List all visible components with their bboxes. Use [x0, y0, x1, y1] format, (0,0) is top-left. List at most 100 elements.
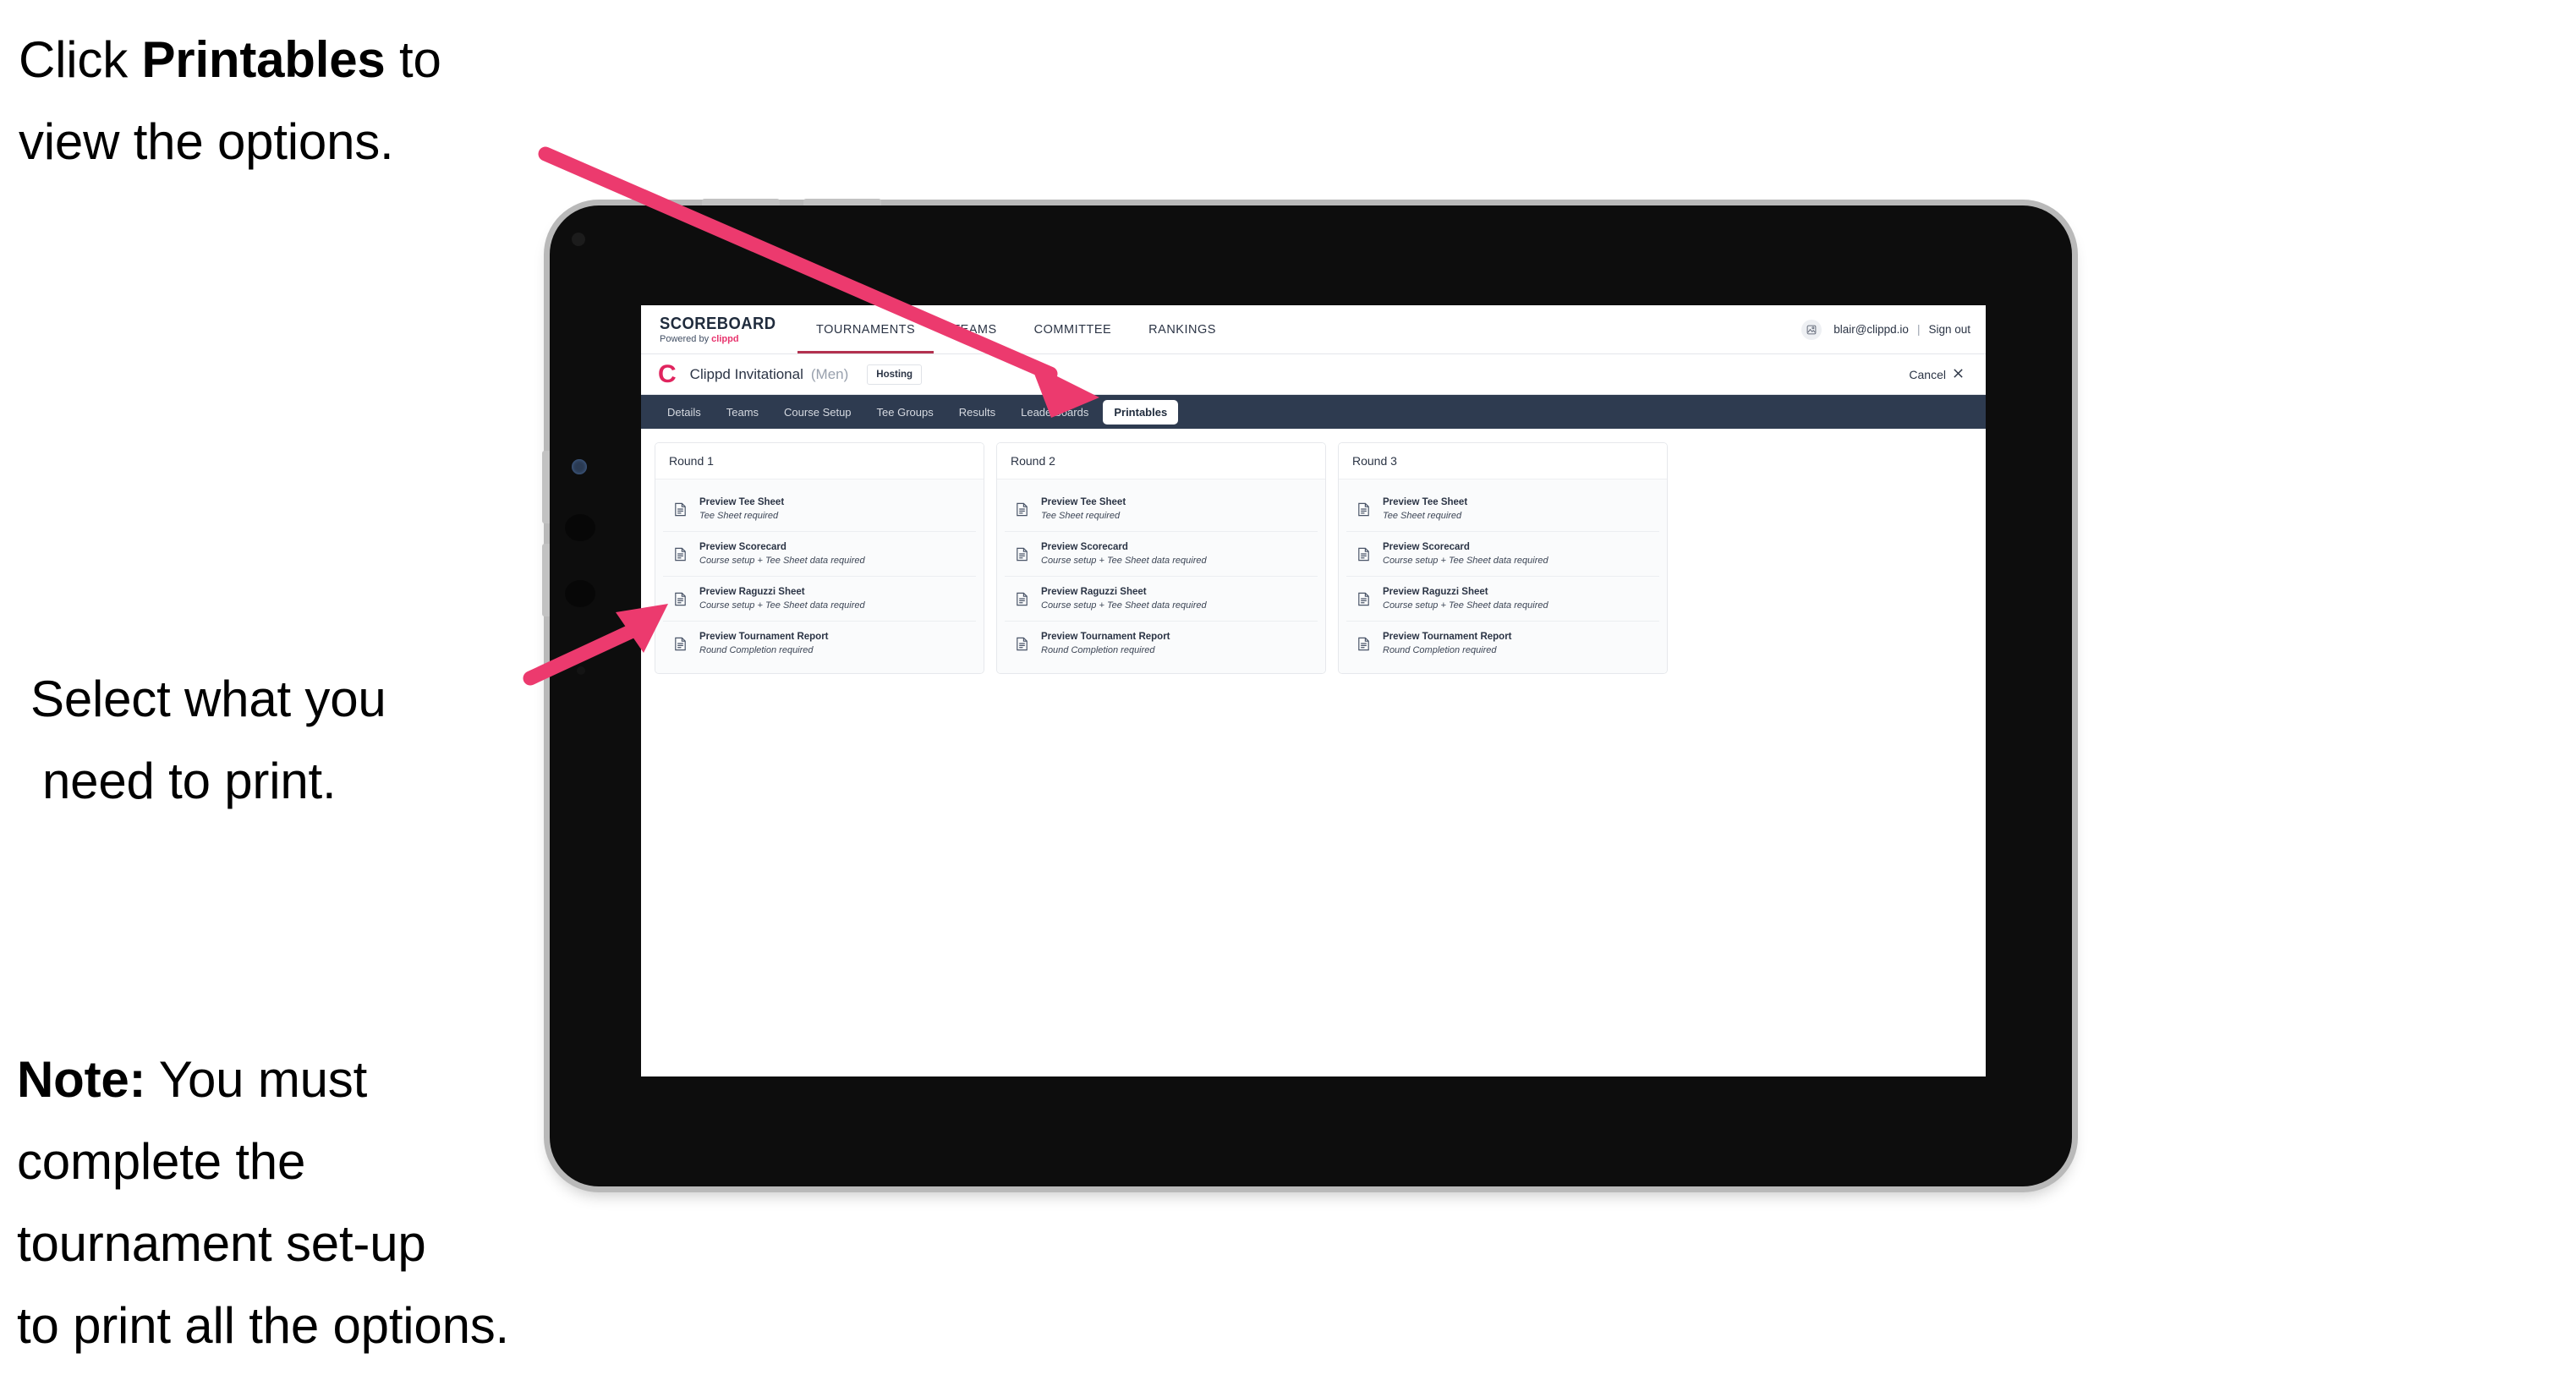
status-led-icon	[572, 459, 587, 474]
printable-row-raguzzi-sheet[interactable]: Preview Raguzzi Sheet Course setup + Tee…	[1346, 577, 1659, 622]
logo-brand-clippd: clippd	[711, 333, 739, 344]
annotation-note-line3: tournament set-up	[17, 1215, 426, 1272]
printable-requirement: Course setup + Tee Sheet data required	[1041, 600, 1207, 611]
printable-requirement: Course setup + Tee Sheet data required	[699, 600, 865, 611]
document-icon	[1014, 591, 1030, 607]
document-icon	[1356, 501, 1372, 518]
round-column: Round 1 Preview Tee Sheet Tee Sheet requ…	[655, 442, 984, 674]
printable-title: Preview Tee Sheet	[1383, 497, 1468, 507]
bezel-dot-two	[565, 580, 595, 607]
printable-row-scorecard[interactable]: Preview Scorecard Course setup + Tee She…	[663, 532, 976, 577]
printable-title: Preview Tee Sheet	[699, 497, 785, 507]
round-title: Round 2	[997, 443, 1325, 479]
printable-requirement: Course setup + Tee Sheet data required	[1383, 600, 1548, 611]
annotation-select-print: Select what you need to print.	[30, 658, 572, 822]
nav-tab-rankings[interactable]: RANKINGS	[1130, 305, 1235, 353]
printable-row-raguzzi-sheet[interactable]: Preview Raguzzi Sheet Course setup + Tee…	[663, 577, 976, 622]
document-icon	[1014, 636, 1030, 652]
tournament-name: Clippd Invitational	[689, 365, 803, 382]
tab-printables[interactable]: Printables	[1103, 399, 1179, 425]
annotation-click-pre: Click	[19, 31, 142, 88]
round-title: Round 1	[655, 443, 984, 479]
annotation-select-line2: need to print.	[42, 753, 337, 809]
annotation-note-line2: complete the	[17, 1133, 306, 1190]
round-items: Preview Tee Sheet Tee Sheet required Pre…	[1339, 479, 1667, 673]
annotation-note-line4: to print all the options.	[17, 1297, 510, 1354]
volume-up-button[interactable]	[542, 451, 550, 523]
printable-title: Preview Tournament Report	[1383, 632, 1512, 642]
document-icon	[1356, 591, 1372, 607]
top-button-secondary[interactable]	[803, 199, 881, 205]
printable-title: Preview Tee Sheet	[1041, 497, 1126, 507]
nav-tab-tournaments[interactable]: TOURNAMENTS	[797, 305, 934, 353]
round-column: Round 2 Preview Tee Sheet Tee Sheet requ…	[996, 442, 1326, 674]
document-icon	[672, 546, 688, 562]
printable-requirement: Course setup + Tee Sheet data required	[699, 556, 865, 566]
printable-requirement: Course setup + Tee Sheet data required	[1041, 556, 1207, 566]
account-area: blair@clippd.io | Sign out	[1801, 305, 1986, 353]
printable-requirement: Course setup + Tee Sheet data required	[1383, 556, 1548, 566]
front-camera-icon	[572, 233, 585, 246]
section-tab-strip: Details Teams Course Setup Tee Groups Re…	[641, 395, 1986, 429]
printable-row-scorecard[interactable]: Preview Scorecard Course setup + Tee She…	[1346, 532, 1659, 577]
tab-leaderboards[interactable]: Leaderboards	[1010, 400, 1099, 425]
tab-teams[interactable]: Teams	[715, 400, 770, 425]
printable-row-tournament-report[interactable]: Preview Tournament Report Round Completi…	[1346, 622, 1659, 666]
scoreboard-logo[interactable]: SCOREBOARD Powered by clippd	[641, 305, 797, 353]
printable-title: Preview Scorecard	[1383, 542, 1470, 552]
document-icon	[1014, 501, 1030, 518]
printable-row-scorecard[interactable]: Preview Scorecard Course setup + Tee She…	[1005, 532, 1318, 577]
document-icon	[1356, 546, 1372, 562]
account-email[interactable]: blair@clippd.io	[1833, 323, 1909, 336]
annotation-note-bold: Note:	[17, 1051, 146, 1108]
volume-down-button[interactable]	[542, 544, 550, 616]
hosting-status-badge: Hosting	[867, 364, 923, 385]
nav-tab-teams[interactable]: TEAMS	[934, 305, 1015, 353]
round-column: Round 3 Preview Tee Sheet Tee Sheet requ…	[1338, 442, 1668, 674]
printable-row-tee-sheet[interactable]: Preview Tee Sheet Tee Sheet required	[663, 487, 976, 532]
printable-row-tee-sheet[interactable]: Preview Tee Sheet Tee Sheet required	[1346, 487, 1659, 532]
account-separator: |	[1916, 323, 1921, 336]
tablet-device-frame: SCOREBOARD Powered by clippd TOURNAMENTS…	[542, 199, 2072, 1186]
printable-title: Preview Raguzzi Sheet	[699, 587, 805, 597]
primary-nav-tabs: TOURNAMENTS TEAMS COMMITTEE RANKINGS	[797, 305, 1235, 353]
cancel-button[interactable]: Cancel	[1909, 368, 1969, 381]
tab-tee-groups[interactable]: Tee Groups	[866, 400, 945, 425]
top-navigation-bar: SCOREBOARD Powered by clippd TOURNAMENTS…	[641, 305, 1986, 354]
tournament-header: C Clippd Invitational (Men) Hosting Canc…	[641, 354, 1986, 395]
logo-powered-text: Powered by	[660, 333, 712, 344]
cancel-label: Cancel	[1909, 367, 1946, 381]
tournament-gender: (Men)	[810, 365, 849, 382]
power-button[interactable]	[702, 199, 780, 205]
sign-out-link[interactable]: Sign out	[1928, 323, 1970, 336]
logo-powered-by: Powered by clippd	[660, 334, 797, 344]
annotation-select-line1: Select what you	[30, 671, 386, 727]
user-avatar-icon[interactable]	[1801, 319, 1822, 340]
tab-results[interactable]: Results	[948, 400, 1006, 425]
printable-row-tournament-report[interactable]: Preview Tournament Report Round Completi…	[1005, 622, 1318, 666]
document-icon	[1356, 636, 1372, 652]
printable-row-tee-sheet[interactable]: Preview Tee Sheet Tee Sheet required	[1005, 487, 1318, 532]
annotation-note-line1: You must	[145, 1051, 368, 1108]
tab-course-setup[interactable]: Course Setup	[773, 400, 863, 425]
printable-requirement: Tee Sheet required	[699, 511, 779, 521]
printable-requirement: Tee Sheet required	[1041, 511, 1121, 521]
round-title: Round 3	[1339, 443, 1667, 479]
printable-title: Preview Raguzzi Sheet	[1041, 587, 1147, 597]
printable-title: Preview Scorecard	[699, 542, 787, 552]
close-icon	[1953, 368, 1964, 381]
clippd-logo-icon: C	[658, 359, 677, 388]
printable-requirement: Round Completion required	[1383, 645, 1497, 655]
printable-requirement: Round Completion required	[699, 645, 814, 655]
document-icon	[672, 501, 688, 518]
app-screen: SCOREBOARD Powered by clippd TOURNAMENTS…	[641, 305, 1986, 1076]
printable-row-raguzzi-sheet[interactable]: Preview Raguzzi Sheet Course setup + Tee…	[1005, 577, 1318, 622]
tab-details[interactable]: Details	[656, 400, 712, 425]
logo-wordmark: SCOREBOARD	[660, 314, 776, 333]
nav-tab-committee[interactable]: COMMITTEE	[1016, 305, 1131, 353]
printable-title: Preview Raguzzi Sheet	[1383, 587, 1488, 597]
annotation-click-bold: Printables	[141, 31, 386, 88]
annotation-click-printables: Click Printables to view the options.	[19, 19, 577, 183]
printable-row-tournament-report[interactable]: Preview Tournament Report Round Completi…	[663, 622, 976, 666]
tutorial-screenshot: Click Printables to view the options. Se…	[0, 0, 2576, 1386]
